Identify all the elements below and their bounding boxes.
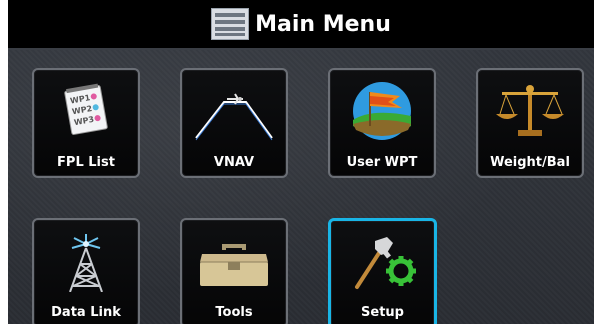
tile-label: FPL List: [57, 155, 115, 170]
radio-tower-icon: [69, 234, 103, 292]
tools-button[interactable]: Tools: [180, 218, 288, 324]
setup-wrench-gear-icon: [355, 237, 416, 289]
tile-label: Weight/Bal: [490, 155, 570, 170]
tile-label: VNAV: [213, 155, 255, 170]
tile-label: Setup: [361, 305, 404, 320]
setup-button[interactable]: Setup: [328, 218, 437, 324]
balance-scale-icon: [496, 85, 564, 136]
toolbox-icon: [200, 244, 268, 286]
vnav-button[interactable]: VNAV: [180, 68, 288, 178]
tile-label: Tools: [215, 305, 253, 320]
flight-plan-list-icon: WP1 WP2 WP3: [64, 83, 108, 135]
user-waypoint-flag-icon: [353, 82, 411, 140]
list-icon: [211, 8, 250, 40]
page-title: Main Menu: [255, 11, 391, 37]
main-menu-screen: Main Menu WP1 WP2 WP3 FPL List VNAV User…: [8, 0, 594, 324]
user-wpt-button[interactable]: User WPT: [328, 68, 436, 178]
tile-label: User WPT: [346, 155, 418, 170]
weight-bal-button[interactable]: Weight/Bal: [476, 68, 584, 178]
data-link-button[interactable]: Data Link: [32, 218, 140, 324]
tile-label: Data Link: [51, 305, 121, 320]
fpl-list-button[interactable]: WP1 WP2 WP3 FPL List: [32, 68, 140, 178]
title-bar: Main Menu: [8, 0, 594, 50]
vnav-profile-icon: [195, 93, 273, 141]
